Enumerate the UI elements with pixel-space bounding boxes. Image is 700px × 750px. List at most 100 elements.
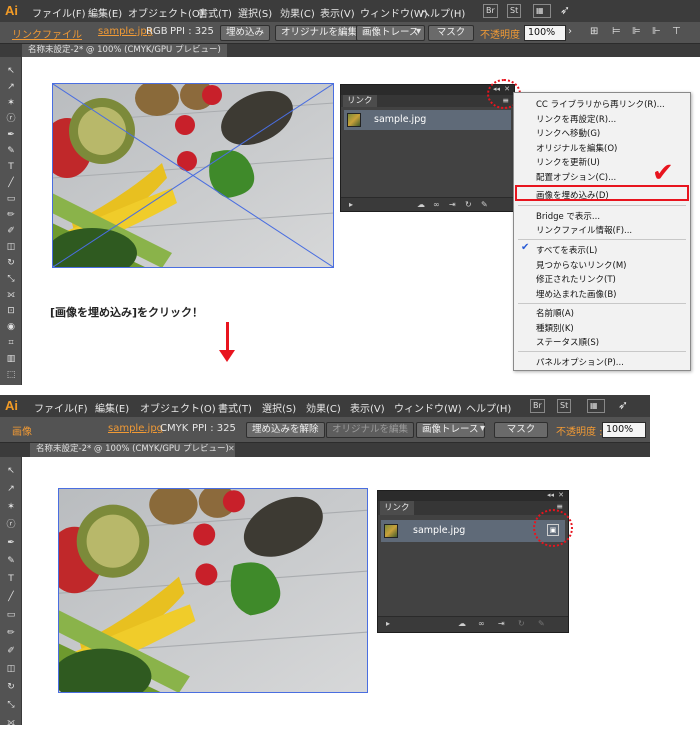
go-to-link-icon[interactable]: ⇥ <box>498 619 505 628</box>
menu-effect[interactable]: 効果(C) <box>306 400 341 415</box>
mesh-tool-icon[interactable]: ⌗ <box>3 337 19 350</box>
menu-effect[interactable]: 効果(C) <box>280 5 315 20</box>
align-center-icon[interactable]: ⊫ <box>632 26 641 37</box>
menu-item-show-embedded[interactable]: 埋め込まれた画像(B) <box>536 288 616 300</box>
shape-builder-icon[interactable]: ◉ <box>3 321 19 334</box>
document-tab[interactable]: 名称未設定-2* @ 100% (CMYK/GPU プレビュー) <box>22 44 227 57</box>
bridge-icon[interactable]: Br <box>483 4 498 18</box>
cc-library-icon[interactable]: ☁ <box>417 200 425 209</box>
menu-item-link-file-info[interactable]: リンクファイル情報(F)... <box>536 224 632 236</box>
unembed-button[interactable]: 埋め込みを解除 <box>246 422 325 438</box>
menu-view[interactable]: 表示(V) <box>320 5 355 20</box>
collapse-icon[interactable]: ◂◂ <box>547 491 554 499</box>
paintbrush-icon[interactable]: ✏ <box>3 627 19 640</box>
menu-item-relink[interactable]: リンクを再設定(R)... <box>536 113 616 125</box>
magic-wand-icon[interactable]: ✶ <box>3 97 19 110</box>
type-tool-icon[interactable]: T <box>3 161 19 174</box>
menu-type[interactable]: 書式(T) <box>198 5 232 20</box>
width-tool-icon[interactable]: ⟗ <box>3 717 19 725</box>
trace-dropdown-icon[interactable]: ▾ <box>416 26 421 37</box>
menu-item-sort-by-status[interactable]: ステータス順(S) <box>536 336 599 348</box>
tab-close-icon[interactable]: ✕ <box>228 444 235 453</box>
graph-tool-icon[interactable]: ▥ <box>3 353 19 366</box>
send-icon[interactable]: ➶ <box>618 398 628 412</box>
filename-link[interactable]: sample.jpg <box>98 26 153 37</box>
menu-select[interactable]: 選択(S) <box>238 5 272 20</box>
align-left-icon[interactable]: ⊨ <box>612 26 621 37</box>
menu-help[interactable]: ヘルプ(H) <box>420 5 465 20</box>
pen-tool-icon[interactable]: ✒ <box>3 537 19 550</box>
scale-tool-icon[interactable]: ⤡ <box>3 699 19 712</box>
menu-item-show-missing[interactable]: 見つからないリンク(M) <box>536 259 626 271</box>
menu-item-show-modified[interactable]: 修正されたリンク(T) <box>536 273 616 285</box>
update-link-icon[interactable]: ↻ <box>465 200 472 209</box>
menu-object[interactable]: オブジェクト(O) <box>140 400 216 415</box>
menu-file[interactable]: ファイル(F) <box>34 400 88 415</box>
edit-original-button[interactable]: オリジナルを編集 <box>326 422 415 438</box>
rectangle-tool-icon[interactable]: ▭ <box>3 609 19 622</box>
opacity-dropdown-icon[interactable]: › <box>568 26 572 37</box>
menu-item-sort-by-kind[interactable]: 種類別(K) <box>536 322 574 334</box>
document-tab[interactable]: 名称未設定-2* @ 100% (CMYK/GPU プレビュー) <box>30 443 235 457</box>
eraser-icon[interactable]: ◫ <box>3 663 19 676</box>
links-tab[interactable]: リンク <box>343 95 377 107</box>
pen-tool-icon[interactable]: ✒ <box>3 129 19 142</box>
edit-original-icon[interactable]: ✎ <box>481 200 488 209</box>
opacity-input[interactable]: 100% <box>524 25 566 41</box>
line-tool-icon[interactable]: ╱ <box>3 177 19 190</box>
menu-edit[interactable]: 編集(E) <box>88 5 122 20</box>
lasso-icon[interactable]: ⓡ <box>3 113 19 126</box>
menu-file[interactable]: ファイル(F) <box>32 5 86 20</box>
stock-icon[interactable]: St <box>557 399 572 413</box>
cc-library-icon[interactable]: ☁ <box>458 619 466 628</box>
rotate-tool-icon[interactable]: ↻ <box>3 257 19 270</box>
mask-button[interactable]: マスク <box>428 25 474 41</box>
align-right-icon[interactable]: ⊩ <box>652 26 661 37</box>
scale-tool-icon[interactable]: ⤡ <box>3 273 19 286</box>
menu-item-sort-by-name[interactable]: 名前順(A) <box>536 307 574 319</box>
links-tab[interactable]: リンク <box>380 501 414 515</box>
stock-icon[interactable]: St <box>507 4 522 18</box>
image-trace-button[interactable]: 画像トレース <box>416 422 485 438</box>
width-tool-icon[interactable]: ⟗ <box>3 289 19 302</box>
mask-button[interactable]: マスク <box>494 422 548 438</box>
pencil-tool-icon[interactable]: ✐ <box>3 225 19 238</box>
menu-item-edit-original[interactable]: オリジナルを編集(O) <box>536 142 617 154</box>
selection-tool-icon[interactable]: ↖ <box>3 65 19 78</box>
edit-original-icon[interactable]: ✎ <box>538 619 545 628</box>
direct-selection-tool-icon[interactable]: ↗ <box>3 81 19 94</box>
line-tool-icon[interactable]: ╱ <box>3 591 19 604</box>
update-link-icon[interactable]: ↻ <box>518 619 525 628</box>
selection-tool-icon[interactable]: ↖ <box>3 465 19 478</box>
menu-item-panel-options[interactable]: パネルオプション(P)... <box>536 356 624 368</box>
menu-view[interactable]: 表示(V) <box>350 400 385 415</box>
workspace-icon[interactable]: ▦ <box>587 399 605 413</box>
lasso-icon[interactable]: ⓡ <box>3 519 19 532</box>
artboard-tool-icon[interactable]: ⬚ <box>3 369 19 382</box>
link-row[interactable]: sample.jpg <box>344 110 511 130</box>
eraser-icon[interactable]: ◫ <box>3 241 19 254</box>
link-file-label[interactable]: リンクファイル <box>12 26 82 41</box>
menu-window[interactable]: ウィンドウ(W) <box>360 5 428 20</box>
workspace-icon[interactable]: ▦ <box>533 4 551 18</box>
image-trace-button[interactable]: 画像トレース <box>356 25 425 41</box>
relink-icon[interactable]: ∞ <box>478 619 485 628</box>
trace-dropdown-icon[interactable]: ▾ <box>480 423 485 434</box>
menu-object[interactable]: オブジェクト(O) <box>128 5 204 20</box>
menu-help[interactable]: ヘルプ(H) <box>466 400 511 415</box>
show-options-icon[interactable]: ▸ <box>386 619 390 628</box>
curvature-tool-icon[interactable]: ✎ <box>3 555 19 568</box>
align-icon[interactable]: ⊞ <box>590 26 598 37</box>
menu-select[interactable]: 選択(S) <box>262 400 296 415</box>
menu-item-embed-image[interactable]: 画像を埋め込み(D) <box>536 189 609 201</box>
menu-item-reveal-in-bridge[interactable]: Bridge で表示... <box>536 210 600 222</box>
menu-item-update-link[interactable]: リンクを更新(U) <box>536 156 600 168</box>
menu-type[interactable]: 書式(T) <box>218 400 252 415</box>
show-options-icon[interactable]: ▸ <box>349 200 353 209</box>
magic-wand-icon[interactable]: ✶ <box>3 501 19 514</box>
bridge-icon[interactable]: Br <box>530 399 545 413</box>
rotate-tool-icon[interactable]: ↻ <box>3 681 19 694</box>
menu-edit[interactable]: 編集(E) <box>95 400 129 415</box>
menu-window[interactable]: ウィンドウ(W) <box>394 400 462 415</box>
menu-item-go-to-link[interactable]: リンクへ移動(G) <box>536 127 600 139</box>
